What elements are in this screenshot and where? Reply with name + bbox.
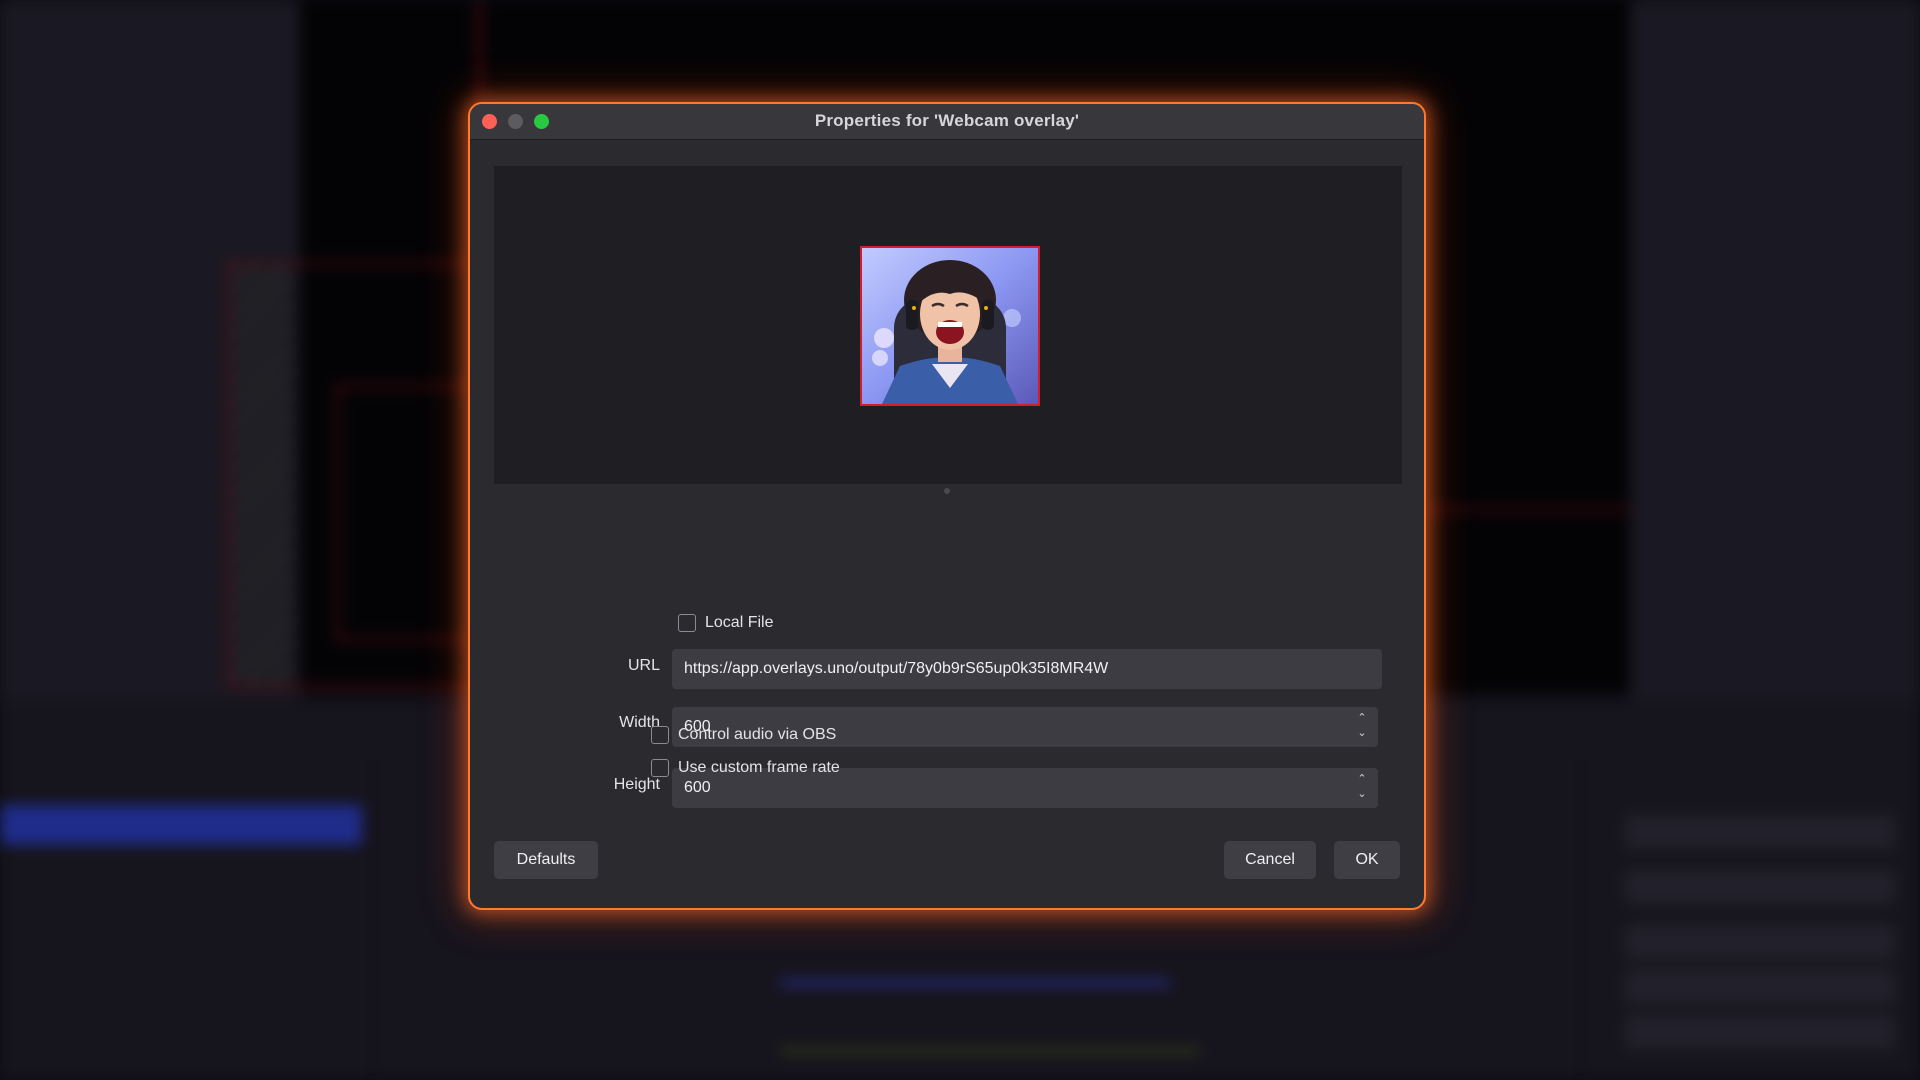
custom-frame-rate-label: Use custom frame rate: [678, 759, 840, 776]
bg-control-btn-1: [1625, 815, 1895, 849]
webcam-preview-image: [860, 246, 1040, 406]
source-preview: [494, 166, 1402, 484]
local-file-checkbox[interactable]: [678, 614, 696, 632]
control-audio-checkbox[interactable]: [651, 726, 669, 744]
url-label: URL: [627, 657, 660, 674]
cancel-button[interactable]: Cancel: [1224, 841, 1316, 879]
bg-control-btn-3: [1625, 925, 1895, 959]
url-input[interactable]: https://app.overlays.uno/output/78y0b9rS…: [672, 649, 1382, 689]
chevron-down-icon[interactable]: ⌄: [1354, 787, 1370, 802]
defaults-button[interactable]: Defaults: [494, 841, 598, 879]
bg-control-btn-4: [1625, 970, 1895, 1004]
bg-audio-meter-blue: [780, 980, 1170, 986]
title-bar: Properties for 'Webcam overlay': [470, 104, 1424, 140]
bg-control-btn-5: [1625, 1015, 1895, 1049]
bg-red-line-h: [1420, 508, 1630, 511]
height-label: Height: [613, 776, 660, 793]
bg-dock-divider-2: [1580, 760, 1584, 1080]
ok-button[interactable]: OK: [1334, 841, 1400, 879]
bg-scene-highlight: [0, 805, 362, 845]
dialog-title: Properties for 'Webcam overlay': [814, 111, 1080, 130]
bg-striped-bar: [232, 265, 292, 685]
height-value: 600: [684, 779, 711, 796]
properties-dialog: Properties for 'Webcam overlay' Local Fi…: [468, 102, 1426, 910]
bg-audio-meter-green: [780, 1048, 1200, 1054]
bg-red-line-v: [478, 0, 481, 110]
custom-frame-rate-checkbox[interactable]: [651, 759, 669, 777]
bg-dock-divider-1: [372, 760, 376, 1080]
person-shouting-icon: [862, 248, 1038, 404]
bg-control-btn-2: [1625, 870, 1895, 904]
local-file-label: Local File: [705, 614, 774, 631]
bg-right-panel: [1630, 0, 1920, 700]
extra-options: Control audio via OBS Use custom frame r…: [492, 718, 1400, 778]
control-audio-label: Control audio via OBS: [678, 726, 837, 743]
